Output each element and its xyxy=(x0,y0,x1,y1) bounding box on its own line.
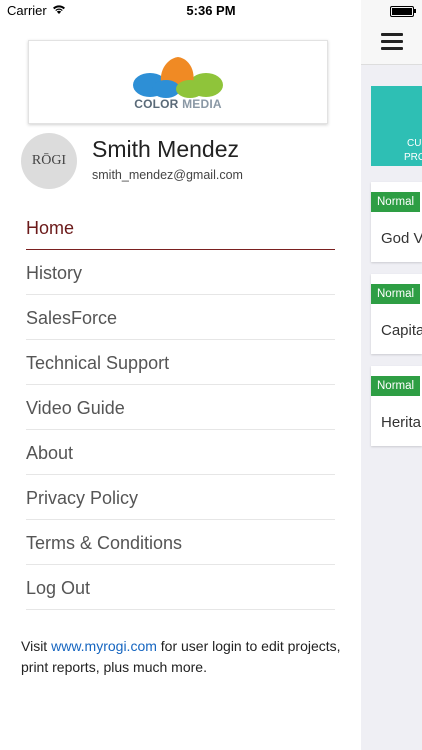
battery-tip xyxy=(414,9,416,13)
drawer-menu: Home History SalesForce Technical Suppor… xyxy=(26,205,335,610)
project-title: God V xyxy=(381,230,422,247)
project-title: Herita xyxy=(381,414,422,431)
summary-tile-line1: CU xyxy=(407,138,422,149)
menu-item-salesforce[interactable]: SalesForce xyxy=(26,295,335,340)
menu-item-video-guide[interactable]: Video Guide xyxy=(26,385,335,430)
status-badge: Normal xyxy=(371,284,421,304)
menu-item-privacy-policy[interactable]: Privacy Policy xyxy=(26,475,335,520)
summary-tile[interactable]: CU PRO xyxy=(371,86,422,166)
summary-tile-line2: PRO xyxy=(404,152,422,163)
status-badge: Normal xyxy=(371,376,421,396)
menu-item-home[interactable]: Home xyxy=(26,205,335,250)
menu-item-about[interactable]: About xyxy=(26,430,335,475)
footer-info: Visit www.myrogi.com for user login to e… xyxy=(21,636,341,678)
color-media-logo-icon xyxy=(133,57,223,98)
website-link[interactable]: www.myrogi.com xyxy=(51,638,157,654)
logo-wordmark: COLOR MEDIA xyxy=(134,97,222,111)
project-title: Capita xyxy=(381,322,422,339)
battery-icon xyxy=(390,6,414,17)
menu-item-log-out[interactable]: Log Out xyxy=(26,565,335,610)
main-screen-peek[interactable]: CU PRO Normal God V Normal Capita Normal… xyxy=(361,0,422,750)
avatar-text: RŌGI xyxy=(31,153,67,168)
menu-item-history[interactable]: History xyxy=(26,250,335,295)
menu-item-technical-support[interactable]: Technical Support xyxy=(26,340,335,385)
status-badge: Normal xyxy=(371,192,421,212)
project-card[interactable]: Normal God V xyxy=(371,182,422,262)
footer-prefix: Visit xyxy=(21,638,52,654)
hamburger-menu-icon[interactable] xyxy=(381,33,403,54)
avatar[interactable]: RŌGI xyxy=(21,133,77,189)
menu-item-terms-conditions[interactable]: Terms & Conditions xyxy=(26,520,335,565)
company-logo: COLOR MEDIA xyxy=(28,40,328,124)
status-bar: Carrier 5:36 PM xyxy=(0,0,422,22)
clock: 5:36 PM xyxy=(186,3,236,18)
profile-name: Smith Mendez xyxy=(92,136,240,162)
project-card[interactable]: Normal Herita xyxy=(371,366,422,446)
project-card[interactable]: Normal Capita xyxy=(371,274,422,354)
navigation-drawer: COLOR MEDIA RŌGI Smith Mendez smith_mend… xyxy=(0,0,361,750)
profile-email: smith_mendez@gmail.com xyxy=(92,168,243,182)
